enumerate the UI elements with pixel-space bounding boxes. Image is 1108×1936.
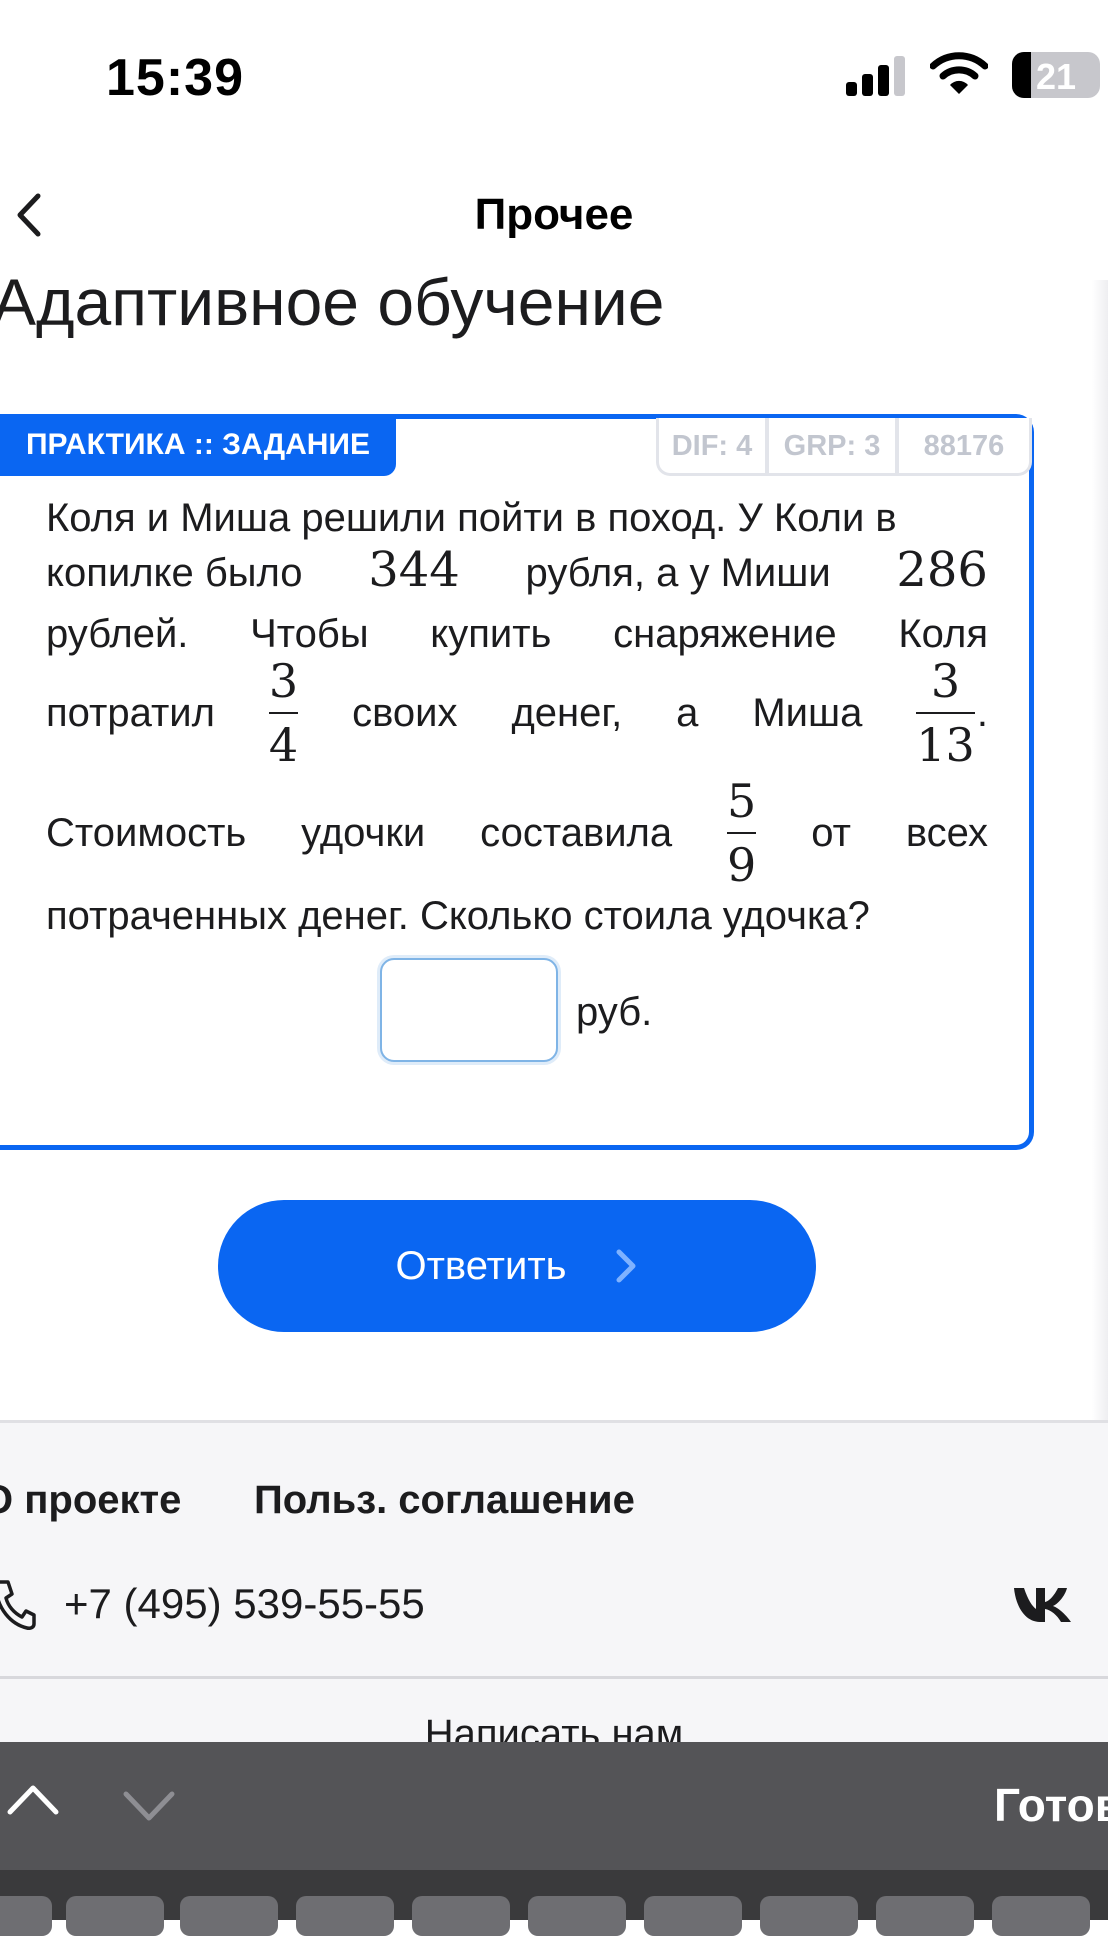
amount-kolya: 344 bbox=[368, 542, 460, 598]
keyboard-done-button[interactable]: Готово bbox=[994, 1778, 1108, 1832]
fraction-misha: 3 13 bbox=[916, 656, 975, 770]
problem-word: потратил bbox=[46, 691, 215, 735]
problem-line-1: Коля и Миша решили пойти в поход. У Коли… bbox=[46, 496, 897, 540]
problem-text: копилке было bbox=[46, 551, 303, 595]
keyboard-key[interactable] bbox=[296, 1896, 394, 1936]
fraction-numerator: 3 bbox=[930, 654, 961, 708]
footer-link-about[interactable]: О проекте bbox=[0, 1478, 181, 1523]
fraction-bar bbox=[727, 832, 757, 834]
battery-icon: 21 bbox=[1012, 52, 1100, 98]
submit-answer-button[interactable]: Ответить bbox=[218, 1200, 816, 1332]
fraction-rod: 5 9 bbox=[727, 774, 757, 892]
problem-word: денег, bbox=[511, 691, 623, 735]
problem-line-2: копилке было 344 рубля, а у Миши 286 bbox=[46, 546, 988, 597]
keyboard-key[interactable] bbox=[760, 1896, 858, 1936]
chevron-down-icon[interactable] bbox=[122, 1788, 176, 1824]
keyboard-key[interactable] bbox=[0, 1896, 52, 1936]
problem-line-3: рублей. Чтобы купить снаряжение Коля bbox=[46, 610, 988, 658]
problem-line-6: потраченных денег. Сколько стоила удочка… bbox=[46, 894, 870, 938]
problem-word: Коля bbox=[898, 612, 988, 656]
answer-input[interactable] bbox=[380, 958, 558, 1062]
problem-line-5: Стоимость удочки составила 5 9 от всех bbox=[46, 772, 988, 894]
keyboard-key[interactable] bbox=[412, 1896, 510, 1936]
problem-word: снаряжение bbox=[613, 612, 837, 656]
fraction-numerator: 3 bbox=[268, 654, 299, 708]
phone-icon bbox=[0, 1580, 36, 1630]
fraction-numerator: 5 bbox=[727, 774, 757, 828]
fraction-denominator: 4 bbox=[268, 718, 299, 772]
chevron-up-icon[interactable] bbox=[6, 1782, 60, 1818]
problem-word: Миша bbox=[752, 691, 863, 735]
footer-link-terms[interactable]: Польз. соглашение bbox=[254, 1478, 635, 1523]
keyboard-key[interactable] bbox=[644, 1896, 742, 1936]
sentence-period: . bbox=[976, 691, 988, 735]
footer-phone[interactable]: +7 (495) 539-55-55 bbox=[64, 1580, 425, 1628]
keyboard-key[interactable] bbox=[992, 1896, 1090, 1936]
problem-word: Чтобы bbox=[250, 612, 369, 656]
problem-word: удочки bbox=[301, 811, 426, 855]
submit-label: Ответить bbox=[395, 1243, 567, 1288]
keyboard-key[interactable] bbox=[528, 1896, 626, 1936]
footer-divider bbox=[0, 1676, 1108, 1679]
status-time: 15:39 bbox=[106, 49, 244, 107]
answer-unit: руб. bbox=[576, 990, 653, 1034]
task-badge: ПРАКТИКА :: ЗАДАНИЕ bbox=[0, 414, 396, 476]
fraction-denominator: 13 bbox=[916, 718, 975, 772]
problem-word: своих bbox=[352, 691, 458, 735]
problem-word: купить bbox=[430, 612, 552, 656]
fraction-bar bbox=[268, 712, 299, 714]
problem-word: Стоимость bbox=[46, 811, 247, 855]
wifi-icon bbox=[930, 52, 988, 94]
scroll-edge bbox=[1092, 280, 1108, 1420]
vk-icon[interactable] bbox=[1012, 1584, 1074, 1624]
problem-word: а bbox=[676, 691, 699, 735]
difficulty-tag: DIF: 4 bbox=[656, 418, 768, 476]
problem-word: от bbox=[811, 811, 851, 855]
keyboard-key[interactable] bbox=[66, 1896, 164, 1936]
group-tag: GRP: 3 bbox=[766, 418, 898, 476]
keyboard-key[interactable] bbox=[180, 1896, 278, 1936]
problem-word: составила bbox=[480, 811, 673, 855]
cellular-signal-icon bbox=[846, 56, 905, 96]
battery-level: 21 bbox=[1035, 56, 1077, 97]
nav-title: Прочее bbox=[474, 190, 634, 239]
fraction-bar bbox=[916, 712, 975, 714]
task-id-tag: 88176 bbox=[896, 418, 1032, 476]
amount-misha: 286 bbox=[896, 542, 988, 598]
chevron-right-icon bbox=[616, 1249, 636, 1283]
fraction-kolya: 3 4 bbox=[268, 654, 299, 772]
page-title: Адаптивное обучение bbox=[0, 265, 665, 339]
keyboard-key[interactable] bbox=[876, 1896, 974, 1936]
problem-word: рублей. bbox=[46, 612, 189, 656]
problem-line-4: потратил 3 4 своих денег, а Миша 3 13 . bbox=[46, 652, 988, 774]
fraction-denominator: 9 bbox=[727, 838, 757, 892]
problem-text: рубля, а у Миши bbox=[525, 551, 831, 595]
problem-word: всех bbox=[905, 811, 988, 855]
